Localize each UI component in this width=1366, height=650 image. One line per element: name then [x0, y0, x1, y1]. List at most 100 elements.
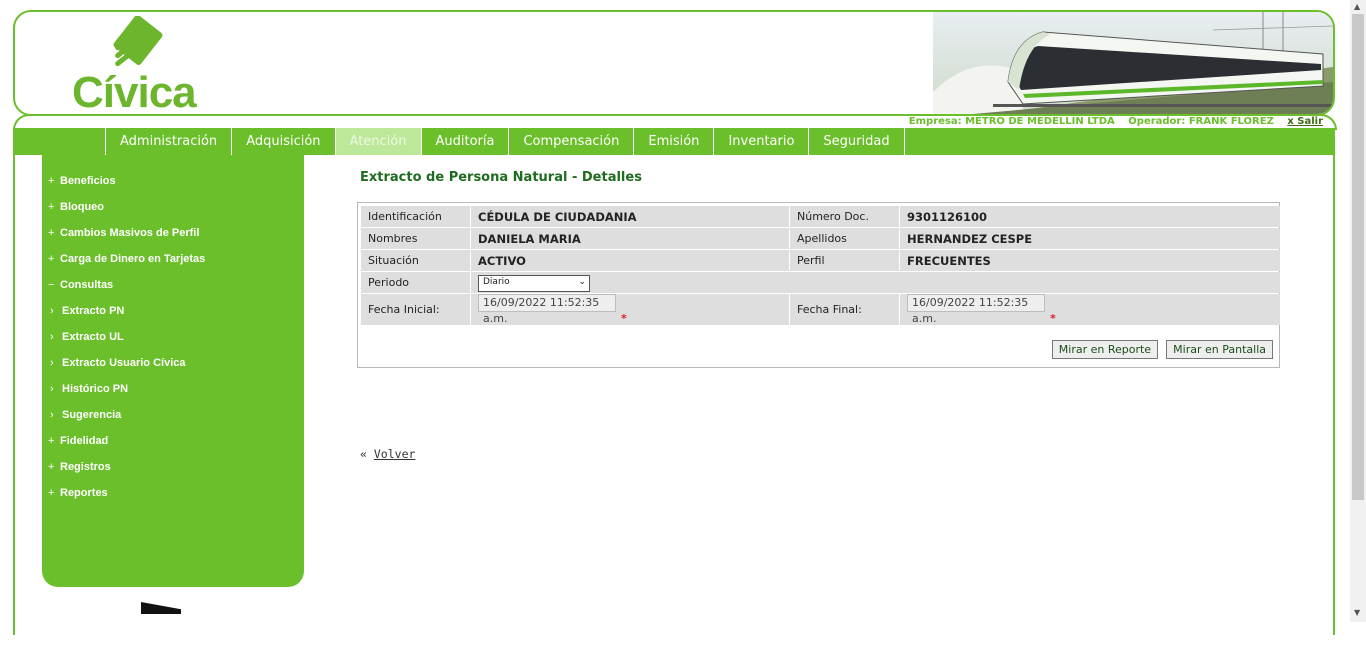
nav-tab-5[interactable]: Emisión [633, 128, 713, 155]
scroll-up-icon[interactable]: ▲ [1354, 2, 1360, 11]
fecha-inicial-label: Fecha Inicial: [361, 294, 470, 325]
back-arrow-icon: « [360, 447, 367, 461]
sidebar-item-9[interactable]: › Sugerencia [42, 402, 304, 428]
apellidos-label: Apellidos [790, 228, 899, 249]
volver-link[interactable]: Volver [374, 447, 416, 461]
frame-right-border [1333, 155, 1335, 635]
action-buttons: Mirar en Reporte Mirar en Pantalla [1049, 338, 1273, 359]
required-marker: * [1050, 312, 1056, 325]
sidebar-item-label: Extracto UL [62, 331, 124, 343]
sidebar-item-label: Registros [60, 461, 111, 473]
chevron-down-icon: ⌄ [578, 276, 586, 287]
sidebar-item-11[interactable]: + Registros [42, 454, 304, 480]
periodo-cell: Diario ⌄ [471, 272, 1280, 293]
brand-name: Cívica [72, 68, 197, 116]
sidebar-item-label: Consultas [60, 279, 114, 291]
perfil-label: Perfil [790, 250, 899, 271]
fecha-final-label: Fecha Final: [790, 294, 899, 325]
sidebar-marker-icon: + [48, 487, 55, 499]
page-scrollbar[interactable]: ▲ ▼ [1350, 0, 1366, 622]
session-info: Empresa: METRO DE MEDELLÍN LTDA Operador… [899, 116, 1323, 127]
sidebar-item-12[interactable]: + Reportes [42, 480, 304, 506]
hand-card-icon [113, 14, 163, 67]
sidebar-item-6[interactable]: › Extracto UL [42, 324, 304, 350]
sidebar-item-1[interactable]: + Bloqueo [42, 194, 304, 220]
main-nav: Administración Adquisición Atención Auditor… [13, 128, 1335, 155]
fecha-inicial-input[interactable]: 16/09/2022 11:52:35 a.m. [478, 294, 616, 325]
sidebar-marker-icon: − [48, 279, 55, 291]
sidebar-item-label: Sugerencia [62, 409, 122, 421]
periodo-select[interactable]: Diario ⌄ [478, 274, 590, 292]
metro-train-image [933, 12, 1333, 114]
details-table: Identificación CÉDULA DE CIUDADANIA Núme… [360, 205, 1281, 326]
sidebar-item-8[interactable]: › Histórico PN [42, 376, 304, 402]
logout-link[interactable]: x Salir [1287, 116, 1323, 127]
fecha-final-input[interactable]: 16/09/2022 11:52:35 a.m. [907, 294, 1045, 325]
sidebar-item-label: Extracto PN [62, 305, 125, 317]
fecha-inicial-cell: 16/09/2022 11:52:35 a.m. * [471, 294, 789, 325]
situacion-label: Situación [361, 250, 470, 271]
sidebar-item-label: Cambios Masivos de Perfil [60, 227, 200, 239]
sidebar-item-0[interactable]: + Beneficios [42, 168, 304, 194]
main-content: Extracto de Persona Natural - Detalles I… [357, 170, 1282, 461]
operador-label: Operador: FRANK FLOREZ [1128, 116, 1274, 127]
sidebar-marker-icon: › [50, 409, 54, 421]
details-panel: Identificación CÉDULA DE CIUDADANIA Núme… [357, 202, 1280, 368]
situacion-value: ACTIVO [471, 250, 789, 271]
sidebar: + Beneficios + Bloqueo + Cambios Masivos de P… [42, 155, 304, 587]
sidebar-item-label: Carga de Dinero en Tarjetas [60, 253, 206, 265]
sidebar-item-label: Fidelidad [60, 435, 109, 447]
sidebar-item-7[interactable]: › Extracto Usuario Cívica [42, 350, 304, 376]
numero-doc-label: Número Doc. [790, 206, 899, 227]
identificacion-value: CÉDULA DE CIUDADANIA [471, 206, 789, 227]
scroll-down-icon[interactable]: ▼ [1354, 608, 1360, 617]
back-link-container: « Volver [360, 447, 415, 461]
nav-tab-4[interactable]: Compensación [508, 128, 633, 155]
nav-tab-1[interactable]: Adquisición [231, 128, 334, 155]
nav-tab-3[interactable]: Auditoría [420, 128, 509, 155]
sidebar-item-label: Bloqueo [60, 201, 104, 213]
sidebar-marker-icon: + [48, 175, 55, 187]
periodo-label: Periodo [361, 272, 470, 293]
identificacion-label: Identificación [361, 206, 470, 227]
perfil-value: FRECUENTES [900, 250, 1280, 271]
mirar-reporte-button[interactable]: Mirar en Reporte [1051, 340, 1159, 359]
civica-logo: Cívica [69, 14, 199, 114]
fecha-final-cell: 16/09/2022 11:52:35 a.m. * [900, 294, 1280, 325]
sidebar-item-2[interactable]: + Cambios Masivos de Perfil [42, 220, 304, 246]
sidebar-marker-icon: + [48, 201, 55, 213]
nav-tab-0[interactable]: Administración [105, 128, 231, 155]
sidebar-item-5[interactable]: › Extracto PN [42, 298, 304, 324]
page: Cívica Empresa: METRO DE MEDELLÍN LTDA O… [13, 10, 1337, 650]
required-marker: * [621, 312, 627, 325]
sidebar-item-3[interactable]: + Carga de Dinero en Tarjetas [42, 246, 304, 272]
scroll-thumb[interactable] [1352, 14, 1364, 500]
nombres-value: DANIELA MARIA [471, 228, 789, 249]
periodo-selected-value: Diario [483, 276, 510, 287]
frame-left-border [13, 155, 15, 635]
sidebar-item-10[interactable]: + Fidelidad [42, 428, 304, 454]
page-title: Extracto de Persona Natural - Detalles [360, 170, 642, 185]
sidebar-item-label: Histórico PN [62, 383, 129, 395]
sidebar-item-4[interactable]: − Consultas [42, 272, 304, 298]
nombres-label: Nombres [361, 228, 470, 249]
nav-tab-6[interactable]: Inventario [713, 128, 808, 155]
sidebar-item-label: Reportes [60, 487, 108, 499]
sidebar-marker-icon: › [50, 357, 54, 369]
sidebar-marker-icon: › [50, 383, 54, 395]
sidebar-marker-icon: + [48, 227, 55, 239]
sidebar-marker-icon: + [48, 435, 55, 447]
sidebar-marker-icon: › [50, 331, 54, 343]
numero-doc-value: 9301126100 [900, 206, 1280, 227]
sidebar-item-label: Beneficios [60, 175, 116, 187]
sidebar-marker-icon: › [50, 305, 54, 317]
nav-tab-2[interactable]: Atención [334, 128, 421, 155]
nav-tab-7[interactable]: Seguridad [808, 128, 905, 155]
header-banner: Cívica [13, 10, 1335, 116]
apellidos-value: HERNANDEZ CESPE [900, 228, 1280, 249]
mirar-pantalla-button[interactable]: Mirar en Pantalla [1166, 340, 1273, 359]
empresa-label: Empresa: METRO DE MEDELLÍN LTDA [908, 116, 1115, 127]
sidebar-item-label: Extracto Usuario Cívica [62, 357, 186, 369]
sidebar-marker-icon: + [48, 461, 55, 473]
sidebar-marker-icon: + [48, 253, 55, 265]
